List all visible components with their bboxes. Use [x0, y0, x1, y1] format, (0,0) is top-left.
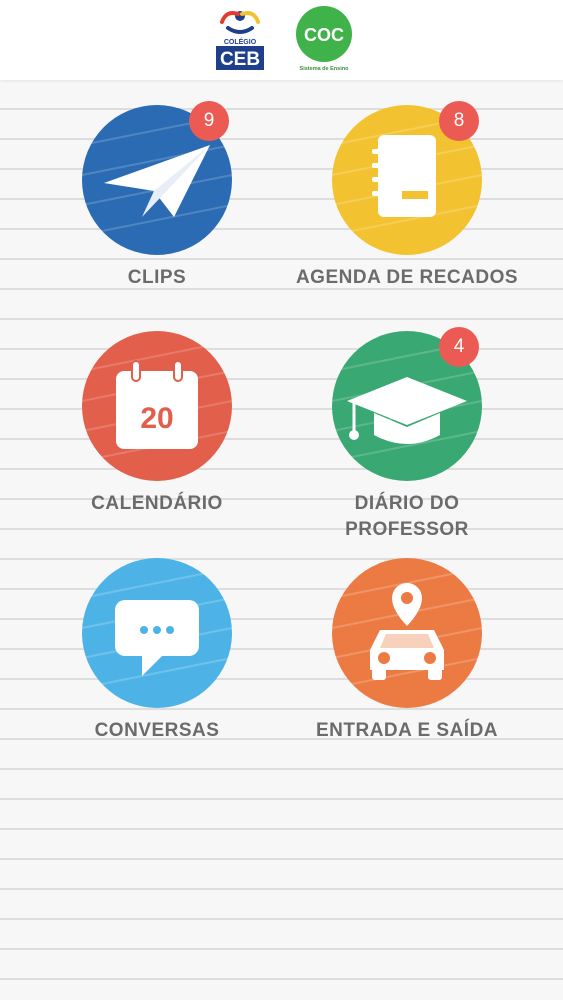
diario-label: DIÁRIO DO PROFESSOR [345, 493, 469, 540]
ceb-small-text: COLÉGIO [224, 37, 257, 46]
entrada-label: ENTRADA E SAÍDA [315, 720, 499, 741]
calendar-day-number: 20 [140, 402, 173, 435]
tile-calendario[interactable]: 20 CALENDÁRIO [37, 331, 277, 531]
tile-entrada-e-saida[interactable]: ENTRADA E SAÍDA [287, 558, 527, 758]
tile-agenda-de-recados[interactable]: 8 AGENDA DE RECADOS [287, 101, 527, 305]
car-location-icon [370, 583, 444, 680]
tile-conversas[interactable]: CONVERSAS [37, 558, 277, 758]
tile-clips[interactable]: 9 CLIPS [37, 101, 277, 305]
calendario-circle[interactable]: 20 [82, 331, 232, 481]
agenda-label: AGENDA DE RECADOS [295, 267, 519, 288]
paper-plane-icon [104, 145, 210, 217]
chat-bubble-icon [115, 600, 199, 676]
ceb-big-text: CEB [220, 49, 260, 70]
calendar-icon: 20 [116, 360, 198, 449]
tile-diario-do-professor[interactable]: 4 DIÁRIO DO PROFESSOR [287, 327, 527, 540]
colegio-ceb-logo: COLÉGIO CEB [204, 4, 276, 74]
graduation-cap-icon [347, 377, 467, 444]
coc-logo: COC Sistema de Ensino [294, 4, 356, 74]
coc-sub-text: Sistema de Ensino [300, 66, 350, 72]
conversas-label: CONVERSAS [94, 720, 220, 741]
app-header: COLÉGIO CEB COC Sistema de Ensino [0, 0, 563, 80]
clips-label: CLIPS [127, 267, 187, 288]
clips-badge: 9 [189, 101, 229, 141]
agenda-badge: 8 [439, 101, 479, 141]
notebook-icon [372, 135, 436, 217]
conversas-circle[interactable] [82, 558, 232, 708]
entrada-circle[interactable] [332, 558, 482, 708]
calendario-label: CALENDÁRIO [91, 493, 223, 514]
diario-badge: 4 [439, 327, 479, 367]
coc-big-text: COC [304, 25, 344, 45]
